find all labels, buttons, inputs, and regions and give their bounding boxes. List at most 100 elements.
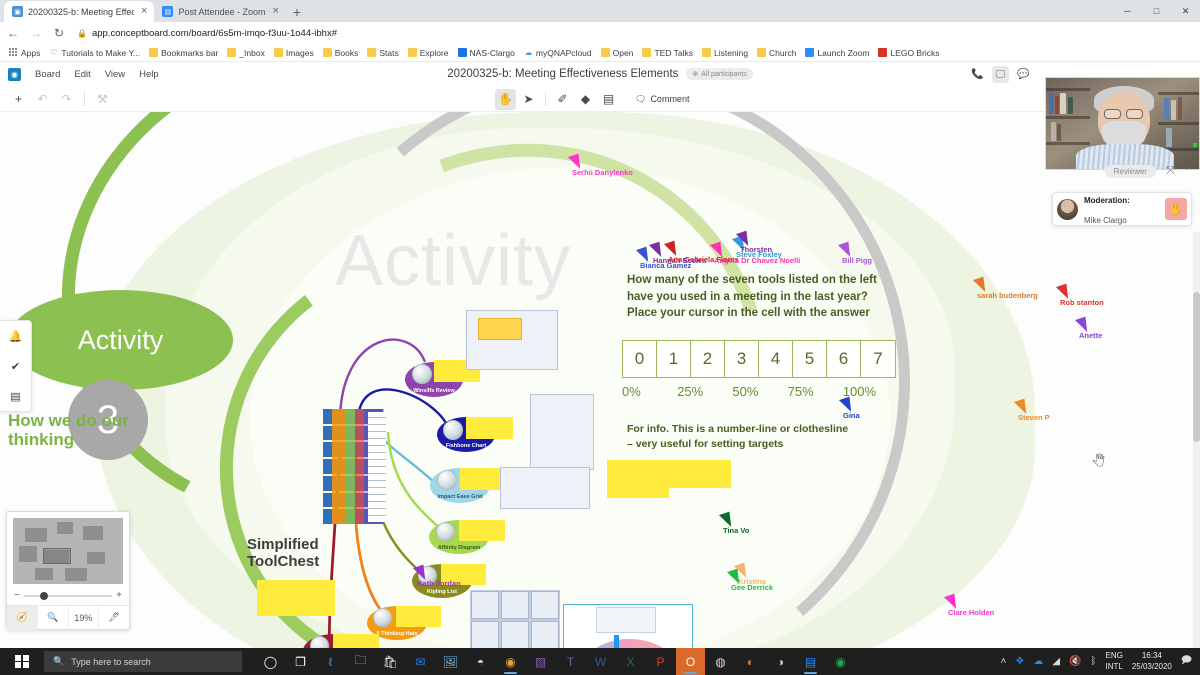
network-icon[interactable]: ◢ — [1052, 656, 1060, 667]
number-line-cell-5[interactable]: 5 — [793, 341, 827, 377]
number-line[interactable]: 0 1 2 3 4 5 6 7 — [622, 340, 896, 378]
bookmark-stats[interactable]: Stats — [363, 47, 402, 59]
chrome-icon[interactable]: ◉ — [496, 648, 525, 675]
outlook-icon[interactable]: O — [676, 648, 705, 675]
number-line-cell-0[interactable]: 0 — [623, 341, 657, 377]
browser-tab-zoom[interactable]: ▤ Post Attendee - Zoom × — [154, 1, 286, 22]
menu-view[interactable]: View — [105, 69, 125, 80]
number-line-cell-6[interactable]: 6 — [827, 341, 861, 377]
zoom-in-button[interactable]: + — [116, 590, 122, 601]
undo-button[interactable]: ↶ — [32, 88, 53, 109]
bell-icon[interactable]: 🔔 — [0, 321, 31, 351]
globe-app-icon[interactable]: ◍ — [706, 648, 735, 675]
template-icon[interactable]: ⚒ — [92, 88, 113, 109]
edge-icon[interactable]: ℓ — [316, 648, 345, 675]
close-window-button[interactable]: ✕ — [1171, 0, 1200, 22]
onedrive-icon[interactable]: ☁ — [1033, 656, 1043, 667]
bookmark-ted-talks[interactable]: TED Talks — [638, 47, 697, 59]
bookmark-books[interactable]: Books — [319, 47, 363, 59]
bookmark-church[interactable]: Church — [753, 47, 800, 59]
bookmark-explore[interactable]: Explore — [404, 47, 453, 59]
number-line-cell-7[interactable]: 7 — [861, 341, 895, 377]
status-badge[interactable]: Reviewer — [1104, 165, 1156, 178]
teams-icon[interactable]: T — [556, 648, 585, 675]
menu-board[interactable]: Board — [35, 69, 60, 80]
zoom-slider[interactable]: − + — [7, 590, 129, 605]
canvas-vertical-scrollbar[interactable] — [1193, 232, 1200, 648]
onenote-icon[interactable]: ▨ — [526, 648, 555, 675]
bookmark-myqnapcloud[interactable]: ☁ myQNAPcloud — [520, 47, 596, 59]
menu-edit[interactable]: Edit — [74, 69, 90, 80]
cortana-icon[interactable]: ◯ — [256, 648, 285, 675]
chat-icon[interactable]: 💬 — [1015, 66, 1032, 83]
forward-icon[interactable]: → — [29, 26, 43, 40]
bookmark-bookmarks-bar[interactable]: Bookmarks bar — [145, 47, 222, 59]
moderation-card[interactable]: Moderation: Mike Clargo ✋ — [1052, 192, 1192, 226]
word-icon[interactable]: W — [586, 648, 615, 675]
maximize-button[interactable]: □ — [1142, 0, 1171, 22]
bookmark-images[interactable]: Images — [270, 47, 318, 59]
language-indicator[interactable]: ENG INTL — [1106, 651, 1123, 672]
bookmark-apps[interactable]: Apps — [5, 47, 44, 59]
bookmark-lego-bricks[interactable]: LEGO Bricks — [874, 47, 943, 59]
compass-app-icon[interactable]: ◓ — [466, 648, 495, 675]
scrollbar-thumb[interactable] — [1193, 292, 1200, 442]
microsoft-store-icon[interactable]: 🛍 — [376, 648, 405, 675]
list-icon[interactable]: ▤ — [0, 381, 31, 411]
participants-badge[interactable]: ⊕ All participants — [686, 68, 753, 80]
powerpoint-icon[interactable]: P — [646, 648, 675, 675]
address-bar[interactable]: 🔒 app.conceptboard.com/board/6s5m-imqo-f… — [75, 25, 1194, 41]
snagit-icon[interactable]: ◐ — [736, 648, 765, 675]
close-icon[interactable]: × — [141, 6, 147, 17]
file-explorer-icon[interactable]: 🗀 — [346, 648, 375, 675]
cursor-icon[interactable]: ➤ — [518, 89, 539, 110]
browser-tab-conceptboard[interactable]: ▣ 20200325-b: Meeting Effectiven: × — [4, 1, 155, 22]
new-tab-button[interactable]: + — [286, 2, 308, 22]
raise-hand-icon[interactable]: ✋ — [1165, 198, 1187, 220]
pen-icon[interactable]: ✐ — [552, 89, 573, 110]
marker-icon[interactable]: ◆ — [575, 89, 596, 110]
bluetooth-icon[interactable]: ᛒ — [1091, 656, 1097, 667]
bookmark-listening[interactable]: Listening — [698, 47, 752, 59]
doc-image[interactable] — [500, 467, 590, 509]
minimize-button[interactable]: ─ — [1113, 0, 1142, 22]
board-canvas[interactable]: Activity Activity 3 How we do our thinki… — [0, 112, 1200, 648]
dropbox-icon[interactable]: ❖ — [1015, 656, 1024, 667]
bookmark-open[interactable]: Open — [597, 47, 638, 59]
camtasia-icon[interactable]: ◑ — [766, 648, 795, 675]
video-tile[interactable] — [1045, 77, 1200, 170]
menu-help[interactable]: Help — [139, 69, 159, 80]
hand-icon[interactable]: ✋ — [495, 88, 516, 110]
zoom-level-label[interactable]: 19% — [69, 605, 100, 630]
zoom-icon[interactable]: ▤ — [796, 648, 825, 675]
task-view-icon[interactable]: ❐ — [286, 648, 315, 675]
excel-icon[interactable]: X — [616, 648, 645, 675]
compass-icon[interactable]: 🧭 — [7, 605, 38, 630]
bookmark-inbox[interactable]: _Inbox — [223, 47, 269, 59]
pen-pointer-icon[interactable]: 🖊 — [99, 606, 129, 630]
bookmark-launch-zoom[interactable]: Launch Zoom — [801, 47, 873, 59]
collapse-arrows-icon[interactable]: ⤧ — [1166, 165, 1175, 178]
number-line-cell-4[interactable]: 4 — [759, 341, 793, 377]
green-app-icon[interactable]: ◉ — [826, 648, 855, 675]
chevrons-up-icon[interactable]: ⌃ — [1185, 165, 1194, 178]
doc-image[interactable] — [530, 394, 594, 470]
bookmark-nas-clargo[interactable]: NAS-Clargo — [454, 47, 519, 59]
photos-icon[interactable]: 🖼 — [436, 648, 465, 675]
reload-icon[interactable]: ↻ — [52, 26, 66, 40]
comment-button[interactable]: 🗨 Comment — [629, 94, 695, 105]
sticky-grid[interactable] — [470, 590, 560, 648]
clock[interactable]: 16:34 25/03/2020 — [1132, 651, 1172, 672]
bookmark-tutorials[interactable]: ♡ Tutorials to Make Y... — [45, 47, 144, 59]
add-button[interactable]: + — [8, 88, 29, 109]
search-input[interactable]: 🔍 Type here to search — [44, 651, 242, 672]
zoom-out-button[interactable]: − — [14, 590, 20, 601]
redo-button[interactable]: ↷ — [56, 88, 77, 109]
windows-icon[interactable] — [0, 648, 44, 675]
zoom-knob[interactable] — [39, 591, 48, 600]
conceptboard-logo[interactable]: ◉ — [8, 67, 21, 81]
notification-icon[interactable]: 🗩 — [1181, 653, 1192, 670]
zoom-track[interactable] — [23, 591, 113, 600]
back-icon[interactable]: ← — [6, 26, 20, 40]
mail-icon[interactable]: ✉ — [406, 648, 435, 675]
